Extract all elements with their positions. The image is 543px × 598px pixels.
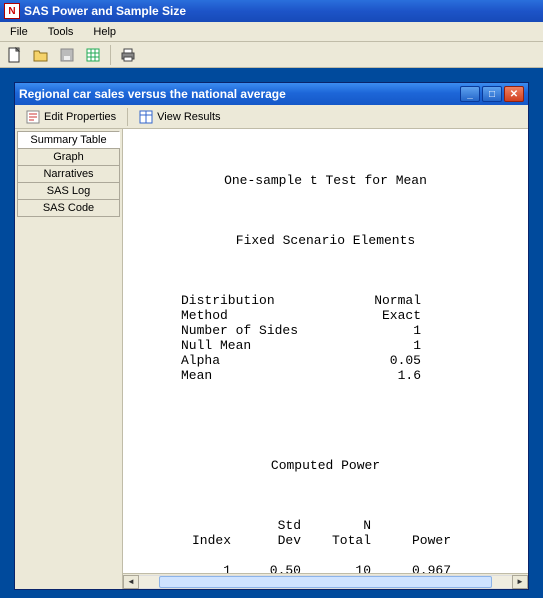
menu-file[interactable]: File (4, 24, 34, 40)
sidebar-item-graph[interactable]: Graph (17, 148, 120, 165)
edit-properties-label: Edit Properties (44, 111, 116, 123)
scenario-row: Mean1.6 (181, 368, 510, 383)
close-button[interactable]: ✕ (504, 86, 524, 102)
scenario-row: Null Mean1 (181, 338, 510, 353)
print-icon (120, 48, 136, 62)
sidebar-item-label: Graph (53, 151, 84, 163)
main-toolbar (0, 42, 543, 68)
power-header-row: StdN (171, 518, 510, 533)
scenario-table: DistributionNormal MethodExact Number of… (181, 293, 510, 383)
save-button[interactable] (56, 44, 78, 66)
view-results-button[interactable]: View Results (132, 107, 227, 127)
power-table: StdN IndexDevTotalPower 10.50100.967 20.… (171, 518, 510, 573)
scroll-thumb[interactable] (159, 576, 492, 588)
child-title: Regional car sales versus the national a… (19, 87, 460, 101)
child-body: Summary Table Graph Narratives SAS Log S… (15, 129, 528, 589)
app-icon: N (4, 3, 20, 19)
print-button[interactable] (117, 44, 139, 66)
result-title-1: One-sample t Test for Mean (141, 173, 510, 188)
sidebar: Summary Table Graph Narratives SAS Log S… (15, 129, 123, 589)
mdi-area: Regional car sales versus the national a… (0, 68, 543, 598)
scenario-row: Number of Sides1 (181, 323, 510, 338)
table-button[interactable] (82, 44, 104, 66)
child-toolbar-separator (127, 108, 128, 126)
results-output: One-sample t Test for Mean Fixed Scenari… (123, 130, 528, 573)
new-button[interactable] (4, 44, 26, 66)
sidebar-item-sas-code[interactable]: SAS Code (17, 199, 120, 217)
computed-title: Computed Power (141, 458, 510, 473)
scroll-left-button[interactable]: ◄ (123, 575, 139, 589)
sidebar-item-label: SAS Log (47, 185, 90, 197)
app-title: SAS Power and Sample Size (24, 4, 186, 18)
sidebar-item-label: SAS Code (43, 202, 94, 214)
power-header-row: IndexDevTotalPower (171, 533, 510, 548)
power-row: 10.50100.967 (171, 563, 510, 573)
app-titlebar: N SAS Power and Sample Size (0, 0, 543, 22)
window-buttons: _ □ ✕ (460, 86, 524, 102)
scroll-track[interactable] (139, 575, 512, 589)
scroll-right-button[interactable]: ► (512, 575, 528, 589)
child-window: Regional car sales versus the national a… (14, 82, 529, 590)
toolbar-separator (110, 45, 111, 65)
new-icon (8, 47, 22, 63)
properties-icon (26, 110, 40, 124)
minimize-button[interactable]: _ (460, 86, 480, 102)
maximize-button[interactable]: □ (482, 86, 502, 102)
sidebar-item-summary-table[interactable]: Summary Table (17, 131, 120, 148)
content-area: One-sample t Test for Mean Fixed Scenari… (123, 129, 528, 589)
results-icon (139, 110, 153, 124)
scenario-row: Alpha0.05 (181, 353, 510, 368)
view-results-label: View Results (157, 111, 220, 123)
child-titlebar[interactable]: Regional car sales versus the national a… (15, 83, 528, 105)
sidebar-item-narratives[interactable]: Narratives (17, 165, 120, 182)
table-icon (86, 48, 100, 62)
scenario-row: DistributionNormal (181, 293, 510, 308)
sidebar-item-label: Narratives (43, 168, 93, 180)
menu-tools[interactable]: Tools (42, 24, 80, 40)
horizontal-scrollbar[interactable]: ◄ ► (123, 573, 528, 589)
sidebar-item-sas-log[interactable]: SAS Log (17, 182, 120, 199)
child-toolbar: Edit Properties View Results (15, 105, 528, 129)
save-icon (60, 48, 74, 62)
scenario-row: MethodExact (181, 308, 510, 323)
edit-properties-button[interactable]: Edit Properties (19, 107, 123, 127)
sidebar-item-label: Summary Table (30, 134, 106, 146)
open-button[interactable] (30, 44, 52, 66)
menu-help[interactable]: Help (87, 24, 122, 40)
menubar: File Tools Help (0, 22, 543, 42)
open-icon (33, 48, 49, 62)
result-title-2: Fixed Scenario Elements (141, 233, 510, 248)
